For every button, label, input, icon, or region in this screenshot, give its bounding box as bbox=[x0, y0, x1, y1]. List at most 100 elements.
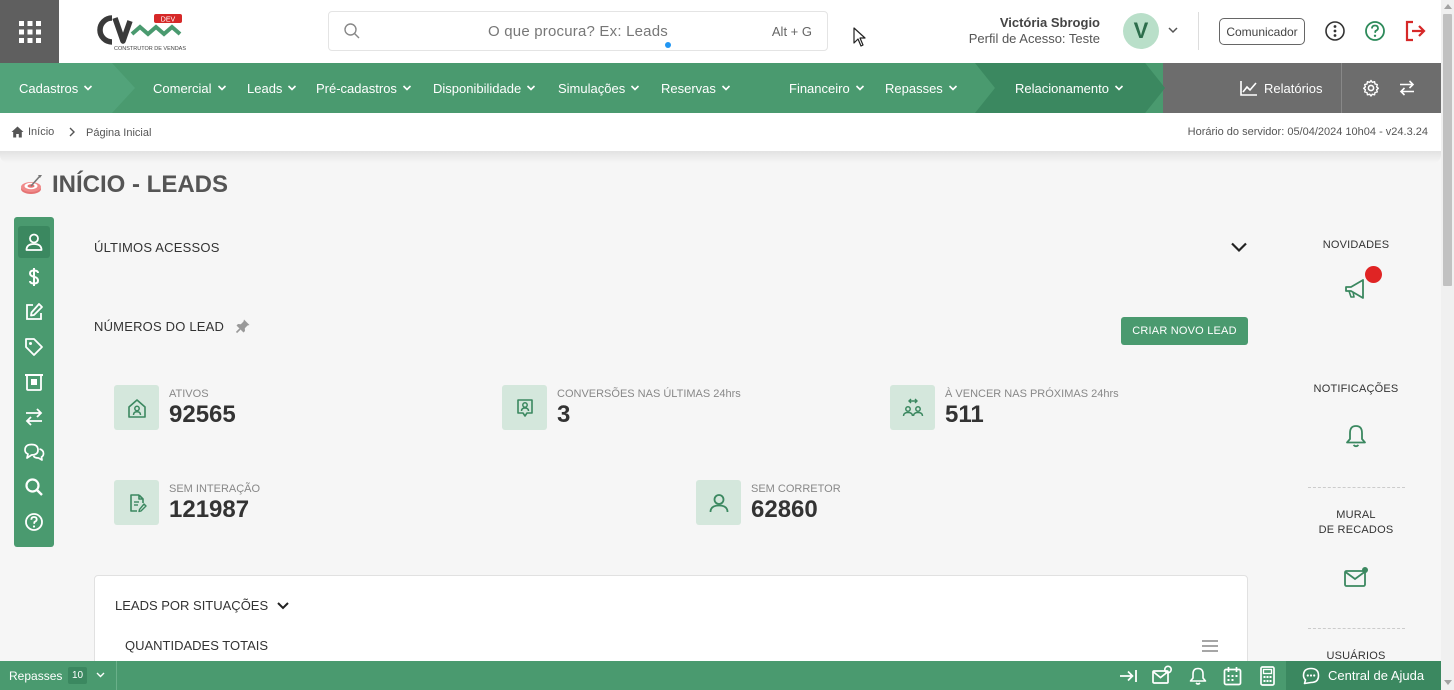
nav-leads-label: Leads bbox=[247, 80, 283, 96]
rail-help-button[interactable] bbox=[18, 506, 50, 538]
search-input[interactable]: O que procura? Ex: Leads bbox=[329, 23, 827, 40]
chat-dots-icon bbox=[1302, 667, 1320, 684]
nav-comercial[interactable]: Comercial bbox=[153, 63, 227, 113]
right-column-divider bbox=[1308, 487, 1405, 488]
central-ajuda-label: Central de Ajuda bbox=[1328, 668, 1425, 683]
stat-ativos-label: ATIVOS bbox=[169, 388, 209, 400]
scroll-down-icon[interactable] bbox=[1444, 680, 1452, 686]
cv-logo[interactable]: DEV CONSTRUTOR DE VENDAS bbox=[92, 12, 187, 52]
rail-search-button[interactable] bbox=[18, 471, 50, 503]
nav-repasses[interactable]: Repasses bbox=[885, 63, 958, 113]
novidades-label[interactable]: NOVIDADES bbox=[1296, 239, 1416, 251]
stat-sem-interacao-icon-box bbox=[114, 480, 159, 525]
mail-notification-icon[interactable] bbox=[1343, 566, 1369, 588]
nav-relatorios-label: Relatórios bbox=[1264, 80, 1323, 96]
nav-financeiro-label: Financeiro bbox=[789, 80, 850, 96]
nav-leads[interactable]: Leads bbox=[247, 63, 297, 113]
app-grid-button[interactable] bbox=[0, 0, 59, 63]
target-icon bbox=[21, 175, 42, 194]
right-column-divider bbox=[1308, 628, 1405, 629]
mural-label-line1[interactable]: MURAL bbox=[1296, 509, 1416, 521]
chevron-down-icon bbox=[855, 85, 864, 91]
central-ajuda-button[interactable]: Central de Ajuda bbox=[1286, 661, 1441, 690]
chevron-right-icon bbox=[69, 127, 75, 137]
user-profile: Perfil de Acesso: Teste bbox=[968, 31, 1100, 46]
novidades-alert-badge bbox=[1365, 266, 1382, 283]
stat-ativos[interactable]: ATIVOS 92565 bbox=[114, 385, 414, 431]
bell-icon[interactable] bbox=[1345, 424, 1367, 448]
arrow-right-bar-icon[interactable] bbox=[1118, 667, 1138, 685]
search-shortcut-hint: Alt + G bbox=[771, 24, 812, 39]
stat-a-vencer-icon-box bbox=[890, 385, 935, 430]
chevron-down-icon bbox=[84, 85, 93, 91]
global-search[interactable]: O que procura? Ex: Leads Alt + G bbox=[328, 11, 828, 51]
nav-cadastros[interactable]: Cadastros bbox=[19, 63, 93, 113]
stat-conversoes[interactable]: CONVERSÕES NAS ÚLTIMAS 24hrs 3 bbox=[502, 385, 832, 431]
rail-finance-button[interactable] bbox=[18, 261, 50, 293]
stat-a-vencer-value: 511 bbox=[945, 401, 984, 428]
notificacoes-label[interactable]: NOTIFICAÇÕES bbox=[1296, 383, 1416, 395]
logout-icon[interactable] bbox=[1403, 19, 1427, 43]
bell-icon[interactable] bbox=[1189, 667, 1207, 685]
swap-icon[interactable] bbox=[1398, 79, 1416, 97]
house-user-icon bbox=[127, 398, 146, 418]
comunicador-button[interactable]: Comunicador bbox=[1219, 18, 1305, 45]
header-divider bbox=[1198, 12, 1199, 50]
chevron-down-icon bbox=[948, 85, 957, 91]
menu-icon[interactable] bbox=[1201, 639, 1219, 653]
rail-edit-button[interactable] bbox=[18, 296, 50, 328]
chevron-down-icon bbox=[402, 85, 411, 91]
stat-a-vencer[interactable]: À VENCER NAS PRÓXIMAS 24hrs 511 bbox=[890, 385, 1220, 431]
breadcrumb-home[interactable]: Início bbox=[11, 126, 54, 138]
rail-tag-button[interactable] bbox=[18, 331, 50, 363]
help-icon[interactable] bbox=[1364, 20, 1386, 42]
scrollbar-thumb[interactable] bbox=[1443, 14, 1452, 286]
pin-icon[interactable] bbox=[235, 318, 251, 334]
mural-label-line2[interactable]: DE RECADOS bbox=[1296, 524, 1416, 536]
stat-sem-corretor-value: 62860 bbox=[751, 496, 818, 523]
nav-disponibilidade-label: Disponibilidade bbox=[433, 80, 522, 96]
chevron-down-icon bbox=[1114, 85, 1124, 91]
stat-ativos-value: 92565 bbox=[169, 401, 236, 428]
chevron-down-icon bbox=[631, 85, 640, 91]
criar-novo-lead-button[interactable]: CRIAR NOVO LEAD bbox=[1121, 317, 1248, 345]
nav-simulacoes[interactable]: Simulações bbox=[558, 63, 640, 113]
rail-chat-button[interactable] bbox=[18, 436, 50, 468]
file-edit-icon bbox=[129, 493, 147, 512]
footer-page-size[interactable]: 10 bbox=[68, 667, 88, 684]
footer-repasses-label[interactable]: Repasses bbox=[9, 669, 62, 683]
rail-id-card-button[interactable] bbox=[18, 366, 50, 398]
user-name[interactable]: Victória Sbrogio bbox=[1000, 15, 1100, 30]
scroll-up-icon[interactable] bbox=[1444, 3, 1452, 9]
calendar-icon[interactable] bbox=[1223, 666, 1242, 686]
nav-relatorios[interactable]: Relatórios bbox=[1240, 63, 1323, 113]
chevron-down-icon bbox=[277, 601, 289, 609]
nav-disponibilidade[interactable]: Disponibilidade bbox=[433, 63, 536, 113]
stat-sem-corretor[interactable]: SEM CORRETOR 62860 bbox=[696, 480, 996, 526]
nav-pre-cadastros[interactable]: Pré-cadastros bbox=[316, 63, 412, 113]
calculator-icon[interactable] bbox=[1259, 666, 1276, 686]
grid-icon bbox=[18, 20, 41, 43]
search-icon bbox=[25, 478, 43, 496]
nav-financeiro[interactable]: Financeiro bbox=[789, 63, 865, 113]
ultimos-acessos-title[interactable]: ÚLTIMOS ACESSOS bbox=[94, 240, 220, 255]
edit-icon bbox=[26, 303, 43, 320]
chevron-down-icon[interactable] bbox=[1167, 24, 1179, 36]
avatar[interactable]: V bbox=[1123, 13, 1159, 49]
leads-por-situacoes-panel: LEADS POR SITUAÇÕES QUANTIDADES TOTAIS bbox=[94, 575, 1248, 675]
more-options-icon[interactable] bbox=[1324, 20, 1346, 42]
nav-reservas-label: Reservas bbox=[661, 80, 716, 96]
leads-por-situacoes-toggle[interactable]: LEADS POR SITUAÇÕES bbox=[115, 598, 290, 613]
nav-relacionamento-label: Relacionamento bbox=[1015, 80, 1109, 96]
chevron-down-icon[interactable] bbox=[96, 671, 105, 679]
nav-relacionamento[interactable]: Relacionamento bbox=[1015, 63, 1124, 113]
nav-reservas[interactable]: Reservas bbox=[661, 63, 731, 113]
chevron-down-icon[interactable] bbox=[1230, 240, 1248, 254]
mail-badge-icon[interactable] bbox=[1151, 665, 1173, 685]
chevron-down-icon bbox=[721, 85, 730, 91]
gear-icon[interactable] bbox=[1362, 79, 1380, 97]
user-badge-icon bbox=[516, 398, 533, 417]
rail-transfer-button[interactable] bbox=[18, 401, 50, 433]
stat-sem-interacao[interactable]: SEM INTERAÇÃO 121987 bbox=[114, 480, 414, 526]
rail-user-button[interactable] bbox=[18, 226, 50, 258]
